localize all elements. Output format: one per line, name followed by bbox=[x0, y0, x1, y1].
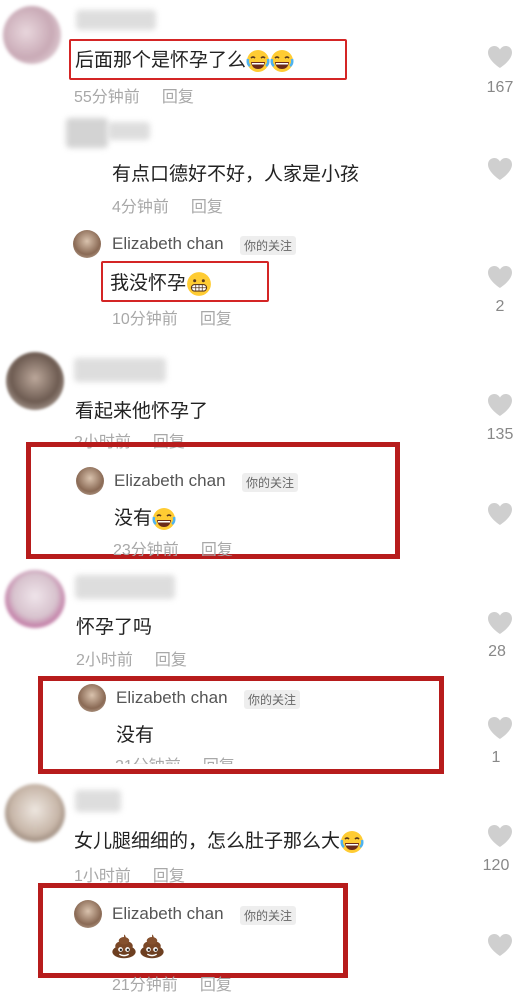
reply-button[interactable]: 回复 bbox=[200, 971, 232, 995]
comment-time: 55分钟前 bbox=[74, 89, 140, 106]
comment-text: 没有 bbox=[114, 503, 176, 531]
comment-text: 看起来他怀孕了 bbox=[75, 401, 209, 422]
comment-meta: 21分钟前 回复 bbox=[112, 971, 232, 995]
like-count: 135 bbox=[486, 426, 514, 443]
author-name[interactable]: Elizabeth chan bbox=[112, 904, 224, 924]
comment-text: 女儿腿细细的，怎么肚子那么大 bbox=[74, 826, 364, 854]
following-badge: 你的关注 bbox=[242, 473, 299, 492]
heart-icon[interactable] bbox=[487, 45, 513, 69]
comment-text: 怀孕了吗 bbox=[76, 617, 153, 638]
avatar[interactable] bbox=[74, 900, 102, 928]
username-blurred[interactable] bbox=[76, 10, 156, 30]
heart-icon[interactable] bbox=[487, 265, 513, 289]
like-count: 120 bbox=[482, 857, 510, 874]
comment-text-content: 女儿腿细细的，怎么肚子那么大 bbox=[74, 831, 341, 852]
reply-button[interactable]: 回复 bbox=[191, 193, 223, 217]
avatar[interactable] bbox=[3, 6, 61, 64]
username-blurred[interactable] bbox=[108, 122, 150, 140]
heart-icon[interactable] bbox=[487, 393, 513, 417]
poop-emoji-icon bbox=[110, 932, 138, 960]
comment-time: 10分钟前 bbox=[112, 311, 178, 328]
comment-meta: 4分钟前 回复 bbox=[112, 193, 223, 217]
heart-icon[interactable] bbox=[487, 824, 513, 848]
avatar[interactable] bbox=[5, 570, 65, 628]
laughing-crying-emoji-icon bbox=[270, 49, 294, 73]
reply-button[interactable]: 回复 bbox=[162, 83, 194, 107]
following-badge: 你的关注 bbox=[244, 690, 301, 709]
username-blurred[interactable] bbox=[75, 575, 175, 599]
author-name[interactable]: Elizabeth chan bbox=[112, 234, 224, 254]
comment-text-content: 没有 bbox=[114, 508, 153, 529]
avatar[interactable] bbox=[66, 118, 108, 148]
following-badge: 你的关注 bbox=[240, 906, 297, 925]
like-count: 28 bbox=[488, 643, 506, 660]
avatar[interactable] bbox=[6, 352, 64, 410]
username-blurred[interactable] bbox=[74, 358, 166, 382]
comment-meta: 10分钟前 回复 bbox=[112, 305, 232, 329]
comment-text-content: 我没怀孕 bbox=[110, 273, 187, 294]
comment-meta: 2小时前 回复 bbox=[76, 646, 187, 670]
avatar[interactable] bbox=[76, 467, 104, 495]
comment-meta: 21分钟前 回复 bbox=[115, 752, 235, 764]
heart-icon[interactable] bbox=[487, 157, 513, 181]
avatar[interactable] bbox=[78, 684, 106, 712]
heart-icon[interactable] bbox=[487, 933, 513, 957]
avatar[interactable] bbox=[73, 230, 101, 258]
laughing-crying-emoji-icon bbox=[340, 830, 364, 854]
comment-time: 4分钟前 bbox=[112, 199, 169, 216]
heart-icon[interactable] bbox=[487, 716, 513, 740]
comment-time: 21分钟前 bbox=[112, 977, 178, 994]
like-count: 167 bbox=[486, 79, 514, 96]
comment-text bbox=[110, 932, 166, 960]
poop-emoji-icon bbox=[138, 932, 166, 960]
reply-button[interactable]: 回复 bbox=[203, 752, 235, 764]
reply-button[interactable]: 回复 bbox=[155, 646, 187, 670]
heart-icon[interactable] bbox=[487, 502, 513, 526]
laughing-crying-emoji-icon bbox=[246, 49, 270, 73]
highlight-box bbox=[38, 883, 348, 978]
comment-time: 2小时前 bbox=[76, 652, 133, 669]
author-name[interactable]: Elizabeth chan bbox=[116, 688, 228, 708]
username-blurred[interactable] bbox=[75, 790, 121, 812]
comment-text: 有点口德好不好，人家是小孩 bbox=[112, 164, 360, 185]
laughing-crying-emoji-icon bbox=[152, 507, 176, 531]
like-count: 1 bbox=[491, 749, 501, 766]
following-badge: 你的关注 bbox=[240, 236, 297, 255]
comment-text-content: 后面那个是怀孕了么 bbox=[75, 50, 247, 71]
reply-button[interactable]: 回复 bbox=[200, 305, 232, 329]
avatar[interactable] bbox=[5, 784, 65, 842]
like-count: 2 bbox=[495, 298, 505, 315]
author-name[interactable]: Elizabeth chan bbox=[114, 471, 226, 491]
grinning-emoji-icon bbox=[186, 271, 212, 297]
comment-text: 我没怀孕 bbox=[110, 268, 212, 297]
comment-text: 后面那个是怀孕了么 bbox=[75, 45, 294, 73]
comment-time: 21分钟前 bbox=[115, 752, 181, 764]
heart-icon[interactable] bbox=[487, 611, 513, 635]
comment-text: 没有 bbox=[116, 725, 155, 746]
comment-meta: 55分钟前 回复 bbox=[74, 83, 194, 107]
